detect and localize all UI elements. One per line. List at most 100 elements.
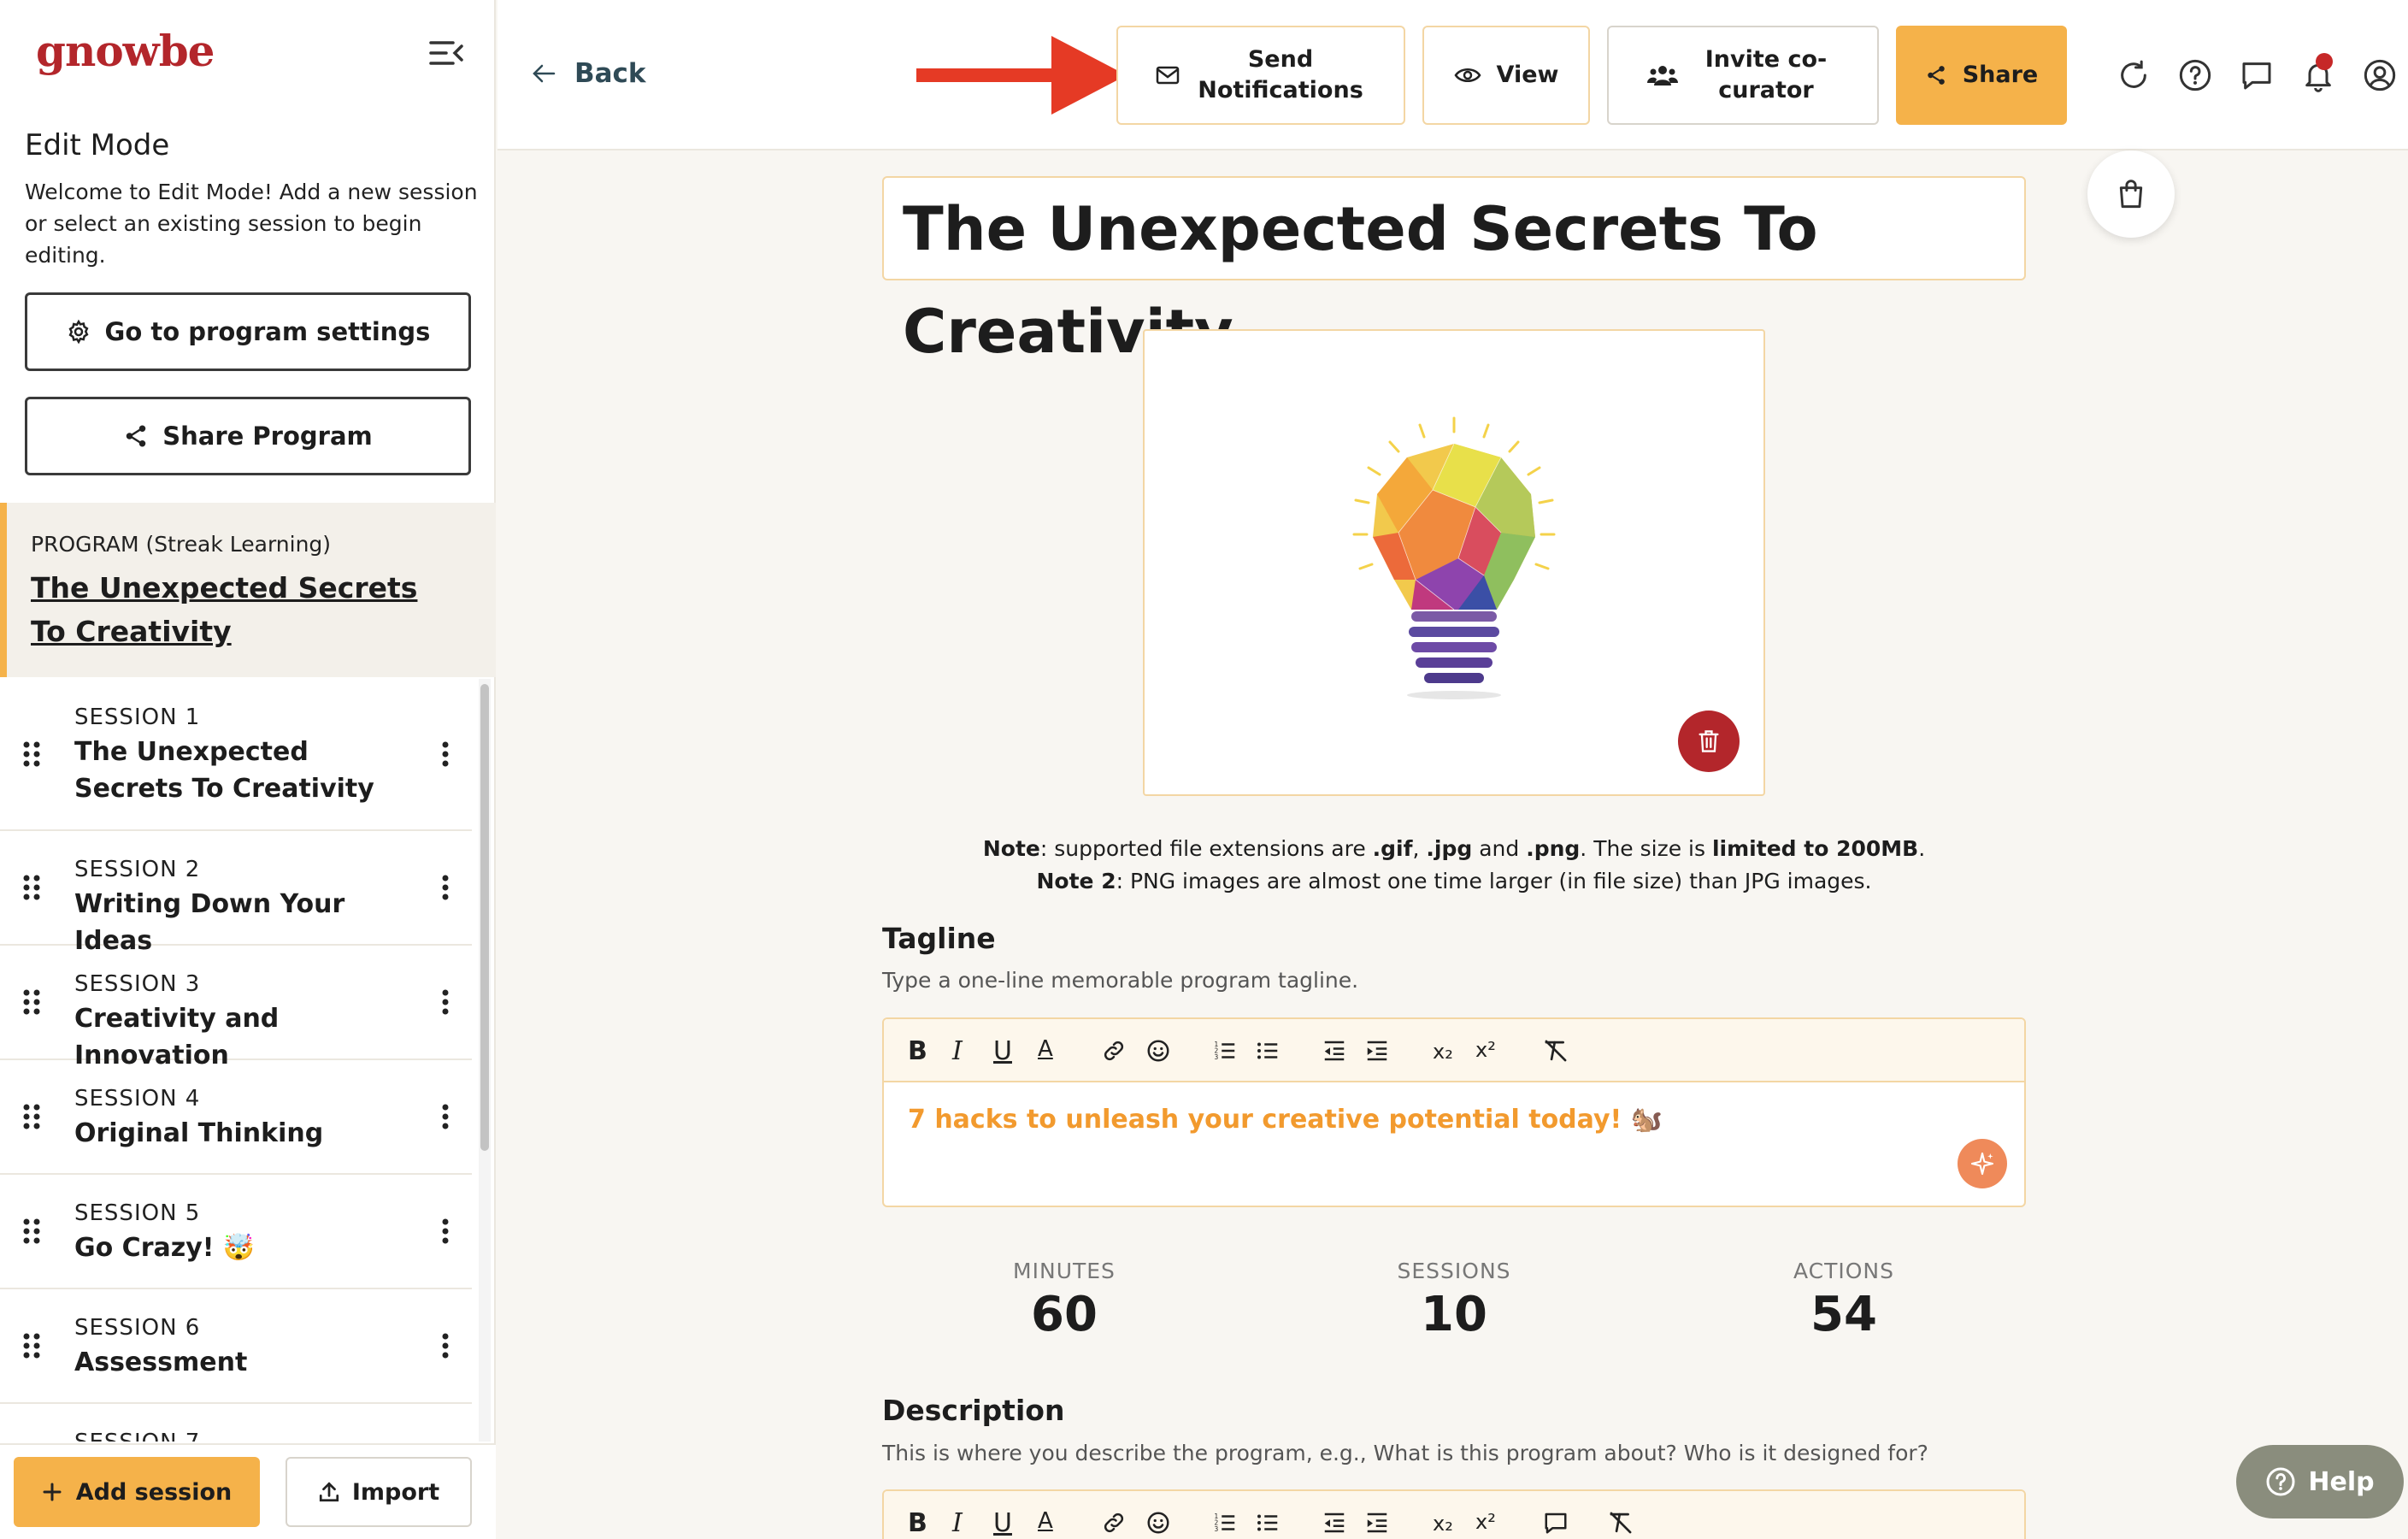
import-label: Import [351,1478,440,1506]
logo[interactable]: gnowbe [36,26,215,76]
tagline-hint: Type a one-line memorable program taglin… [882,968,1359,993]
session-item-1[interactable]: SESSION 1 The Unexpected Secrets To Crea… [0,679,472,831]
drag-handle-icon[interactable] [22,1332,41,1359]
session-item-2[interactable]: SESSION 2 Writing Down Your Ideas [0,831,472,956]
upload-icon [318,1481,340,1503]
program-image-upload[interactable] [1143,329,1765,796]
send-notifications-button[interactable]: Send Notifications [1116,26,1405,125]
session-number: SESSION 1 [74,705,201,730]
program-title-input[interactable]: The Unexpected Secrets To Creativity [882,176,2026,367]
help-icon[interactable] [2178,58,2212,92]
italic-button[interactable]: I [952,1508,963,1538]
link-icon[interactable] [1101,1038,1127,1064]
import-button[interactable]: Import [286,1457,472,1527]
view-button[interactable]: View [1422,26,1590,125]
gear-icon [66,319,91,345]
bullet-list-icon[interactable] [1255,1510,1281,1536]
add-session-button[interactable]: Add session [14,1457,260,1527]
share-icon [1925,64,1947,86]
program-settings-button[interactable]: Go to program settings [25,292,471,371]
bullet-list-icon[interactable] [1255,1038,1281,1064]
subscript-button[interactable]: x₂ [1433,1512,1453,1536]
help-button[interactable]: Help [2236,1445,2404,1518]
description-editor[interactable]: B I U A 123 x₂ x² [882,1489,2026,1539]
emoji-icon[interactable] [1145,1510,1171,1536]
scrollbar-thumb[interactable] [480,684,489,1151]
session-item-5[interactable]: SESSION 5 Go Crazy! 🤯 [0,1175,472,1289]
session-item-4[interactable]: SESSION 4 Original Thinking [0,1060,472,1175]
program-title-link[interactable]: The Unexpected Secrets To Creativity [31,566,458,653]
session-name: Original Thinking [74,1118,324,1148]
ai-assist-button[interactable] [1958,1139,2007,1188]
font-color-button[interactable]: A [1038,1508,1053,1534]
user-account-icon[interactable] [2363,58,2397,92]
session-item-3[interactable]: SESSION 3 Creativity and Innovation [0,946,472,1070]
invite-co-curator-button[interactable]: Invite co-curator [1607,26,1879,125]
invite-co-curator-label: Invite co-curator [1704,46,1828,103]
envelope-icon [1156,66,1180,85]
more-options-icon[interactable] [441,988,450,1016]
drag-handle-icon[interactable] [22,1218,41,1245]
shopping-bag-icon [2116,178,2146,210]
session-name: Assessment [74,1347,248,1377]
program-item[interactable]: PROGRAM (Streak Learning) The Unexpected… [0,503,496,677]
back-button[interactable]: Back [532,58,646,89]
session-number: SESSION 5 [74,1200,201,1226]
session-item-7[interactable]: SESSION 7 [0,1404,472,1442]
clear-format-icon[interactable] [1542,1038,1569,1064]
tagline-title: Tagline [882,922,996,955]
drag-handle-icon[interactable] [22,988,41,1016]
underline-button[interactable]: U [993,1036,1012,1066]
tagline-text[interactable]: 7 hacks to unleash your creative potenti… [908,1105,1663,1135]
tagline-editor[interactable]: B I U A 123 x₂ x² 7 hacks to unleash you… [882,1017,2026,1207]
more-options-icon[interactable] [441,1103,450,1130]
refresh-icon[interactable] [2117,58,2151,92]
underline-button[interactable]: U [993,1508,1012,1538]
ordered-list-icon[interactable]: 123 [1212,1038,1238,1064]
superscript-button[interactable]: x² [1475,1038,1496,1062]
indent-icon[interactable] [1364,1038,1390,1064]
session-item-6[interactable]: SESSION 6 Assessment [0,1289,472,1404]
share-icon [123,423,149,449]
bold-button[interactable]: B [908,1036,927,1066]
chat-icon[interactable] [2240,58,2274,92]
arrow-left-icon [532,63,556,84]
link-icon[interactable] [1101,1510,1127,1536]
more-options-icon[interactable] [441,1218,450,1245]
more-options-icon[interactable] [441,874,450,901]
session-list-scrollbar[interactable] [479,679,491,1442]
file-size-note: Note 2: PNG images are almost one time l… [1036,869,1872,893]
drag-handle-icon[interactable] [22,874,41,901]
program-settings-label: Go to program settings [104,317,431,346]
share-button[interactable]: Share [1896,26,2067,125]
description-toolbar: B I U A 123 x₂ x² [884,1491,2024,1539]
stat-value: 10 [1421,1287,1487,1342]
question-circle-icon [2265,1466,2296,1497]
sidebar: gnowbe Edit Mode Welcome to Edit Mode! A… [0,0,496,1539]
font-color-button[interactable]: A [1038,1036,1053,1062]
drag-handle-icon[interactable] [22,1103,41,1130]
emoji-icon[interactable] [1145,1038,1171,1064]
more-options-icon[interactable] [441,1332,450,1359]
comment-icon[interactable] [1542,1510,1569,1536]
share-program-button[interactable]: Share Program [25,397,471,475]
collapse-sidebar-icon[interactable] [427,38,465,68]
delete-image-button[interactable] [1678,711,1740,772]
trash-icon [1697,728,1721,754]
clear-format-icon[interactable] [1607,1510,1634,1536]
drag-handle-icon[interactable] [22,740,41,768]
program-type-label: PROGRAM (Streak Learning) [31,532,332,557]
more-options-icon[interactable] [441,740,450,768]
edit-mode-title: Edit Mode [25,128,170,162]
shopping-bag-button[interactable] [2087,150,2175,238]
superscript-button[interactable]: x² [1475,1510,1496,1534]
indent-icon[interactable] [1364,1510,1390,1536]
stat-label: SESSIONS [1397,1259,1511,1283]
help-label: Help [2308,1466,2375,1497]
italic-button[interactable]: I [952,1036,963,1066]
ordered-list-icon[interactable]: 123 [1212,1510,1238,1536]
bold-button[interactable]: B [908,1508,927,1538]
subscript-button[interactable]: x₂ [1433,1040,1453,1064]
outdent-icon[interactable] [1322,1510,1347,1536]
outdent-icon[interactable] [1322,1038,1347,1064]
